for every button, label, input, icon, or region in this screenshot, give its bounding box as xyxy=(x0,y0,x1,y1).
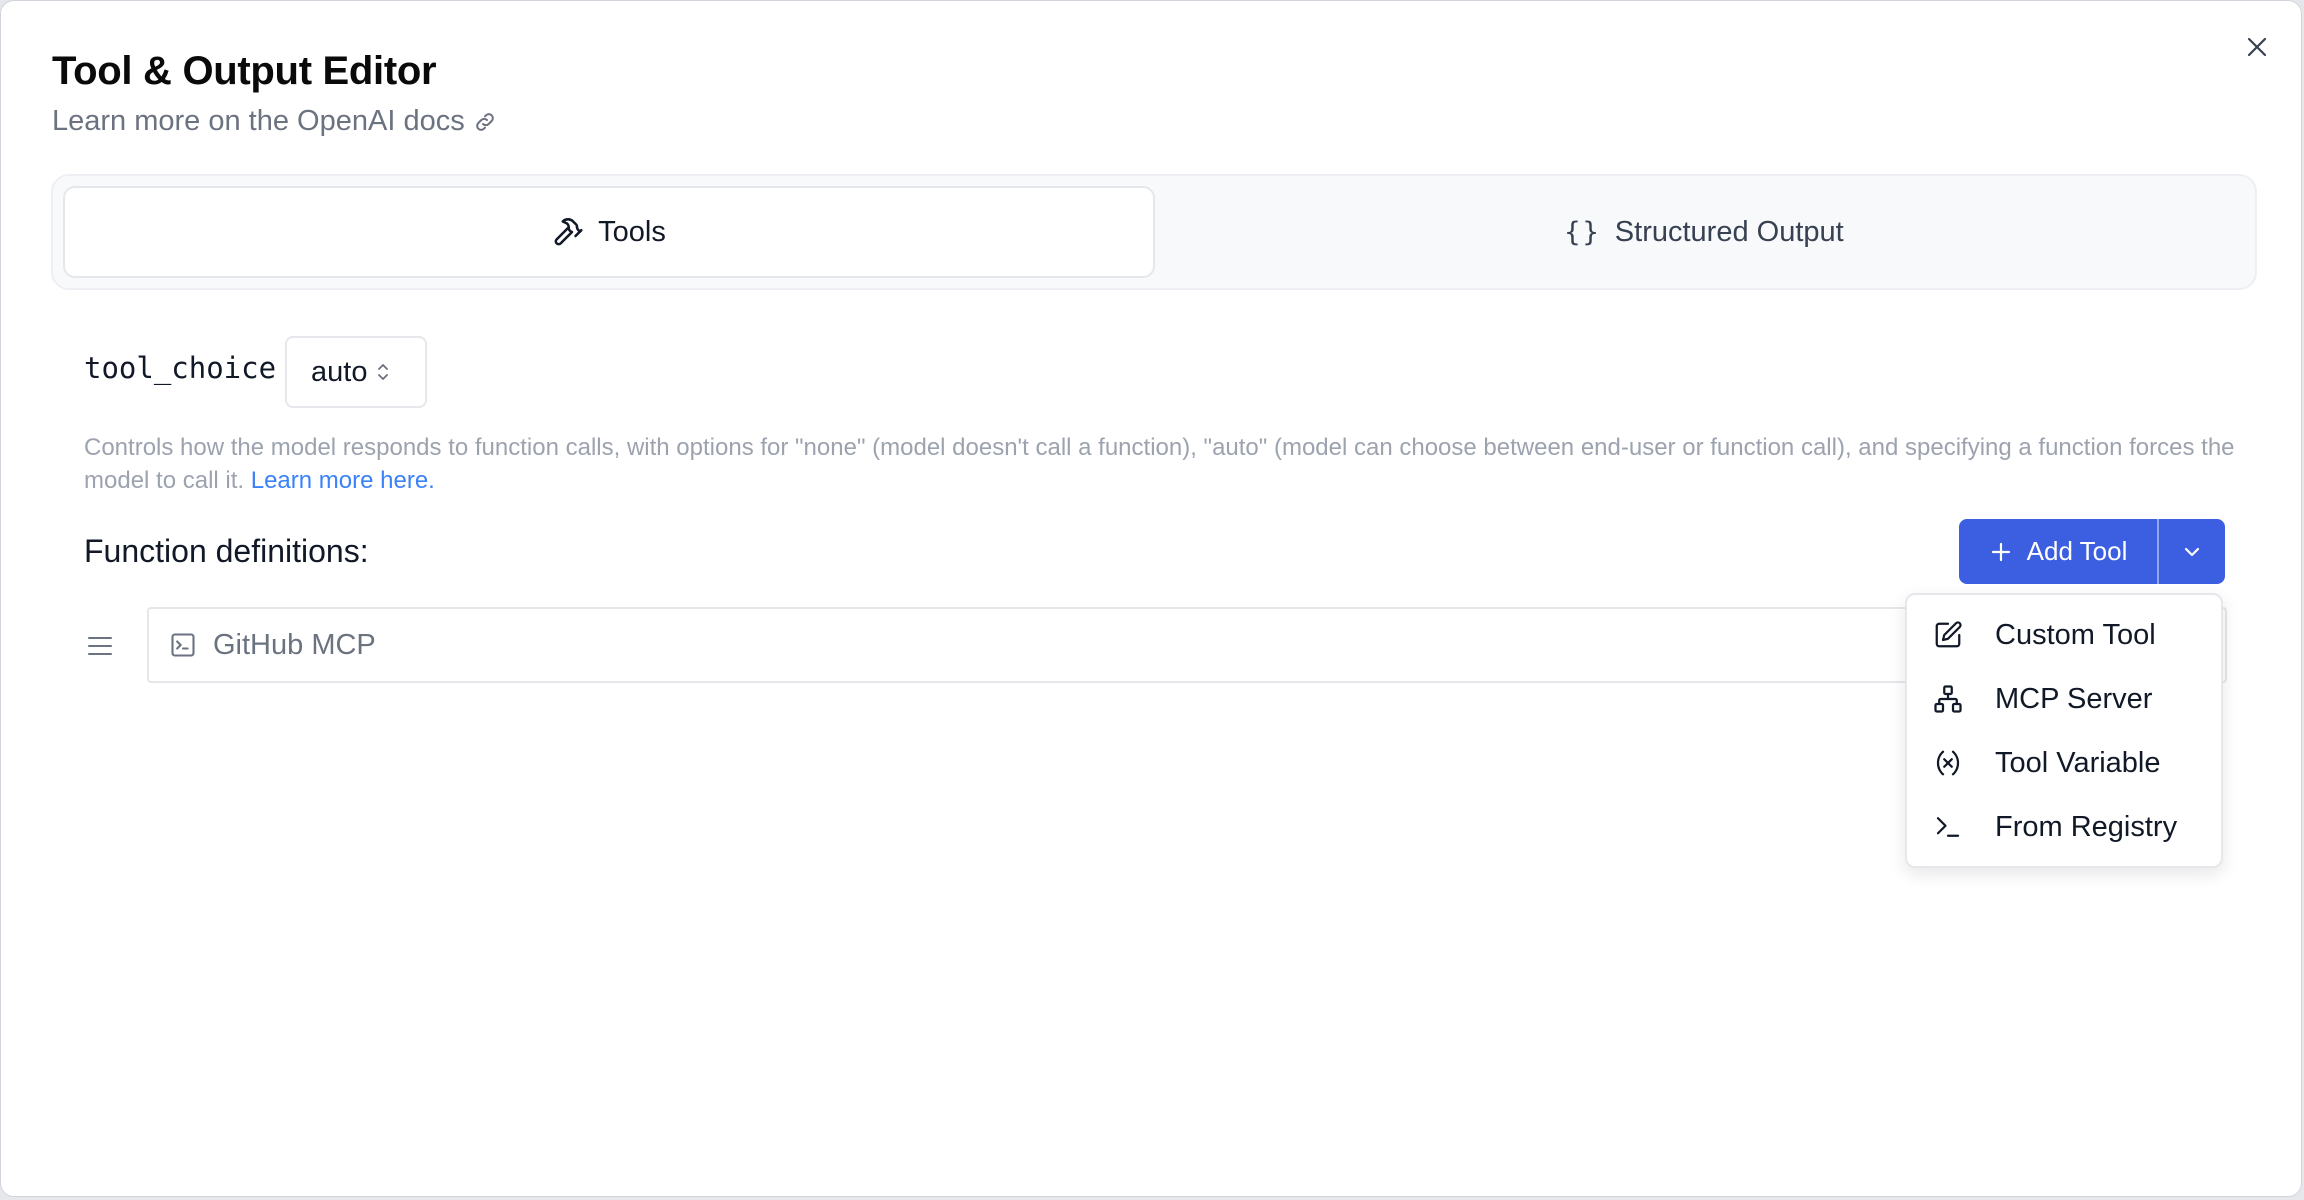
function-definition-label: GitHub MCP xyxy=(213,628,376,661)
menu-item-from-registry[interactable]: From Registry xyxy=(1907,797,2221,857)
tab-tools[interactable]: Tools xyxy=(63,186,1155,278)
close-icon xyxy=(2247,37,2267,57)
tool-choice-select[interactable]: auto xyxy=(285,336,427,408)
terminal-icon xyxy=(171,633,195,657)
tool-choice-value: auto xyxy=(311,355,368,388)
docs-link-label: Learn more on the OpenAI docs xyxy=(52,105,465,137)
add-tool-split-button: Add Tool xyxy=(1959,519,2225,584)
menu-item-custom-tool[interactable]: Custom Tool xyxy=(1907,605,2221,665)
tab-structured-output-label: Structured Output xyxy=(1614,215,1844,248)
menu-lines-icon xyxy=(88,637,112,655)
menu-item-tool-variable[interactable]: Tool Variable xyxy=(1907,733,2221,793)
menu-item-from-registry-label: From Registry xyxy=(1995,810,2178,843)
menu-item-mcp-server-label: MCP Server xyxy=(1995,682,2153,715)
tool-output-editor-dialog: Tool & Output Editor Learn more on the O… xyxy=(0,0,2302,1197)
add-tool-label: Add Tool xyxy=(2026,536,2128,566)
chevron-down-icon xyxy=(2184,547,2200,556)
menu-item-mcp-server[interactable]: MCP Server xyxy=(1907,669,2221,729)
add-tool-button[interactable]: Add Tool xyxy=(1959,519,2157,584)
tab-tools-label: Tools xyxy=(598,215,666,248)
function-definitions-heading: Function definitions: xyxy=(84,533,369,569)
dialog-title: Tool & Output Editor xyxy=(52,49,437,93)
openai-docs-link[interactable]: Learn more on the OpenAI docs xyxy=(52,105,497,138)
editor-tabs: Tools {} Structured Output xyxy=(51,174,2257,290)
edit-icon xyxy=(1935,621,1962,648)
add-tool-dropdown-menu: Custom Tool MCP Server Tool Variable Fro… xyxy=(1905,593,2223,868)
drag-handle[interactable] xyxy=(87,633,113,659)
menu-item-custom-tool-label: Custom Tool xyxy=(1995,618,2156,651)
variable-icon xyxy=(1936,750,1960,776)
hammer-icon xyxy=(554,218,583,246)
tab-structured-output[interactable]: {} Structured Output xyxy=(1159,186,2249,278)
braces-icon: {} xyxy=(1564,216,1601,248)
chevron-up-down-icon xyxy=(378,364,389,380)
terminal-prompt-icon xyxy=(1936,817,1960,837)
add-tool-dropdown-toggle[interactable] xyxy=(2159,519,2225,584)
menu-item-tool-variable-label: Tool Variable xyxy=(1995,746,2161,779)
close-button[interactable] xyxy=(2239,29,2275,65)
tool-choice-label: tool_choice xyxy=(84,351,277,385)
tool-choice-help-text: Controls how the model responds to funct… xyxy=(84,431,2244,497)
plus-icon xyxy=(1991,542,2010,561)
network-icon xyxy=(1934,685,1962,713)
link-icon xyxy=(475,112,494,131)
learn-more-link[interactable]: Learn more here. xyxy=(251,467,435,494)
